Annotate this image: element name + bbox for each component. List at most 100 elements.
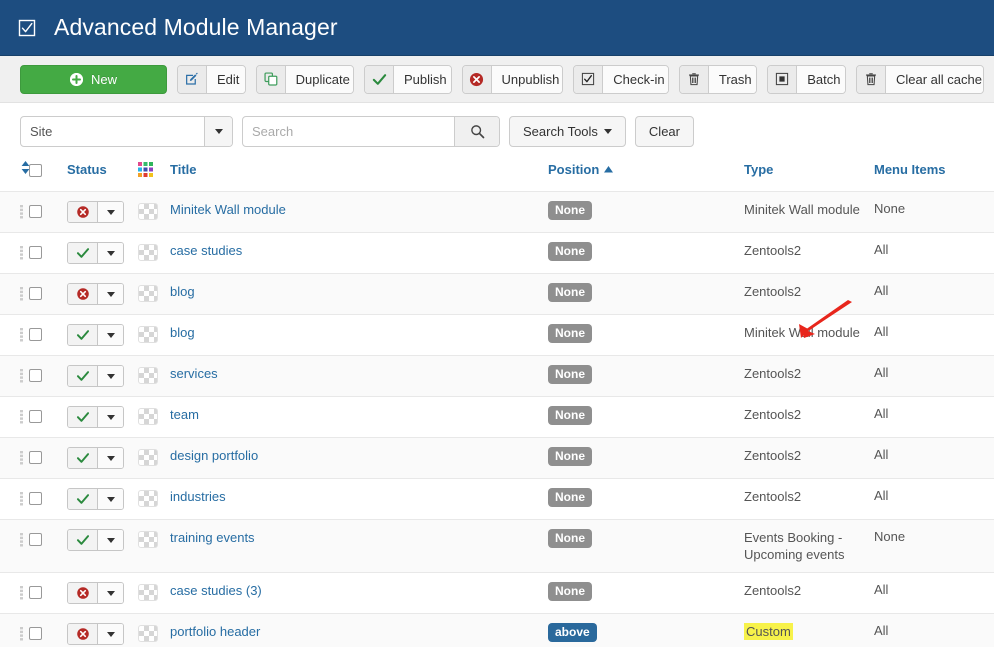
clear-button[interactable]: Clear [634, 116, 694, 147]
drag-handle-icon[interactable] [20, 532, 23, 548]
row-title-cell: team [170, 396, 548, 438]
column-position-label[interactable]: Position [548, 162, 614, 177]
column-menu-items[interactable]: Menu Items [874, 160, 994, 192]
drag-handle-icon[interactable] [20, 450, 23, 466]
row-checkbox[interactable] [29, 205, 42, 218]
unpublish-button[interactable]: Unpublish [461, 64, 564, 94]
status-toggle-group[interactable] [67, 283, 124, 305]
status-toggle-group[interactable] [67, 447, 124, 469]
drag-handle-icon[interactable] [20, 245, 23, 261]
module-title-link[interactable]: blog [170, 284, 195, 299]
status-toggle-group[interactable] [67, 242, 124, 264]
column-type-label[interactable]: Type [744, 162, 773, 177]
new-button[interactable]: New [20, 64, 167, 94]
column-select-all[interactable] [29, 160, 67, 192]
row-checkbox[interactable] [29, 246, 42, 259]
row-checkbox[interactable] [29, 287, 42, 300]
unpublished-cancel-icon[interactable] [68, 624, 98, 644]
status-toggle-group[interactable] [67, 529, 124, 551]
module-title-link[interactable]: portfolio header [170, 624, 260, 639]
column-status[interactable]: Status [67, 160, 138, 192]
module-title-link[interactable]: case studies [170, 243, 242, 258]
published-check-icon[interactable] [68, 366, 98, 386]
status-dropdown-toggle[interactable] [98, 407, 123, 427]
status-dropdown-toggle[interactable] [98, 530, 123, 550]
trash-button[interactable]: Trash [678, 64, 758, 94]
module-title-link[interactable]: case studies (3) [170, 583, 262, 598]
row-checkbox[interactable] [29, 369, 42, 382]
checkbox-check-icon [16, 17, 38, 39]
status-toggle-group[interactable] [67, 488, 124, 510]
module-title-link[interactable]: Minitek Wall module [170, 202, 286, 217]
drag-handle-icon[interactable] [20, 368, 23, 384]
search-tools-button[interactable]: Search Tools [509, 116, 626, 147]
drag-handle-icon[interactable] [20, 409, 23, 425]
site-client-select[interactable]: Site [20, 116, 233, 147]
row-select-cell [29, 232, 67, 274]
column-type[interactable]: Type [744, 160, 874, 192]
row-checkbox[interactable] [29, 492, 42, 505]
row-checkbox[interactable] [29, 410, 42, 423]
column-title-label[interactable]: Title [170, 162, 197, 177]
drag-handle-icon[interactable] [20, 585, 23, 601]
column-ordering[interactable] [0, 160, 30, 192]
batch-button[interactable]: Batch [767, 64, 846, 94]
search-input[interactable] [243, 117, 454, 146]
row-checkbox[interactable] [29, 586, 42, 599]
module-title-link[interactable]: training events [170, 530, 255, 545]
status-toggle-group[interactable] [67, 324, 124, 346]
status-dropdown-toggle[interactable] [98, 448, 123, 468]
status-toggle-group[interactable] [67, 406, 124, 428]
status-toggle-group[interactable] [67, 365, 124, 387]
status-dropdown-toggle[interactable] [98, 325, 123, 345]
status-dropdown-toggle[interactable] [98, 284, 123, 304]
table-row: case studies None Zentools2 All [0, 232, 994, 274]
duplicate-button[interactable]: Duplicate [255, 64, 354, 94]
published-check-icon[interactable] [68, 407, 98, 427]
status-dropdown-toggle[interactable] [98, 202, 123, 222]
module-title-link[interactable]: design portfolio [170, 448, 258, 463]
column-status-label[interactable]: Status [67, 162, 107, 177]
unpublished-cancel-icon[interactable] [68, 284, 98, 304]
published-check-icon[interactable] [68, 530, 98, 550]
drag-handle-icon[interactable] [20, 491, 23, 507]
module-title-link[interactable]: services [170, 366, 218, 381]
published-check-icon[interactable] [68, 489, 98, 509]
clear-all-cache-button[interactable]: Clear all cache [855, 64, 984, 94]
published-check-icon[interactable] [68, 448, 98, 468]
search-submit-button[interactable] [454, 117, 499, 146]
status-dropdown-toggle[interactable] [98, 624, 123, 644]
unpublished-cancel-icon[interactable] [68, 583, 98, 603]
edit-button[interactable]: Edit [177, 64, 246, 94]
drag-handle-icon[interactable] [20, 327, 23, 343]
select-all-checkbox[interactable] [29, 163, 42, 177]
app-header: Advanced Module Manager [0, 0, 994, 56]
module-title-link[interactable]: team [170, 407, 199, 422]
search-box[interactable] [242, 116, 500, 147]
status-toggle-group[interactable] [67, 582, 124, 604]
publish-button[interactable]: Publish [364, 64, 452, 94]
published-check-icon[interactable] [68, 325, 98, 345]
published-check-icon[interactable] [68, 243, 98, 263]
status-dropdown-toggle[interactable] [98, 366, 123, 386]
module-title-link[interactable]: industries [170, 489, 226, 504]
drag-handle-icon[interactable] [20, 204, 23, 220]
row-checkbox[interactable] [29, 533, 42, 546]
unpublished-cancel-icon[interactable] [68, 202, 98, 222]
column-menu-items-label[interactable]: Menu Items [874, 162, 946, 177]
status-dropdown-toggle[interactable] [98, 243, 123, 263]
drag-handle-icon[interactable] [20, 626, 23, 642]
drag-handle-icon[interactable] [20, 286, 23, 302]
module-title-link[interactable]: blog [170, 325, 195, 340]
status-toggle-group[interactable] [67, 201, 124, 223]
status-toggle-group[interactable] [67, 623, 124, 645]
status-dropdown-toggle[interactable] [98, 583, 123, 603]
check-in-button[interactable]: Check-in [573, 64, 669, 94]
row-checkbox[interactable] [29, 328, 42, 341]
column-position[interactable]: Position [548, 160, 744, 192]
row-checkbox[interactable] [29, 627, 42, 640]
row-checkbox[interactable] [29, 451, 42, 464]
column-title[interactable]: Title [170, 160, 548, 192]
row-drag-cell [0, 355, 29, 397]
status-dropdown-toggle[interactable] [98, 489, 123, 509]
